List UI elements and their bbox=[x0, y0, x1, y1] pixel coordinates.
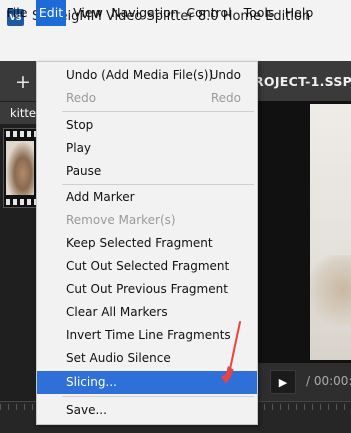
time-readout: / 00:00: bbox=[306, 374, 351, 388]
menu-separator bbox=[62, 184, 254, 185]
menu-item-remove-markers[interactable]: Remove Marker(s) bbox=[66, 213, 176, 227]
menu-item-undo[interactable]: Undo (Add Media File(s)) bbox=[66, 68, 213, 82]
menu-item-redo[interactable]: Redo bbox=[66, 91, 96, 105]
menu-edit[interactable]: Edit bbox=[36, 0, 66, 26]
video-frame-detail bbox=[310, 255, 351, 325]
menu-item-set-audio-silence[interactable]: Set Audio Silence bbox=[66, 351, 171, 365]
file-tab[interactable]: kitter bbox=[0, 102, 40, 124]
redo-shortcut: Redo bbox=[210, 91, 241, 105]
menu-item-cut-out-selected-fragment[interactable]: Cut Out Selected Fragment bbox=[66, 259, 229, 273]
thumbnail-image bbox=[6, 141, 34, 195]
film-perforation bbox=[6, 199, 36, 205]
project-title: ROJECT-1.SSP bbox=[254, 74, 351, 89]
media-thumbnail[interactable] bbox=[3, 128, 37, 208]
menu-separator bbox=[62, 111, 254, 112]
menu-item-stop[interactable]: Stop bbox=[66, 118, 93, 132]
menu-bar bbox=[0, 35, 351, 61]
play-button[interactable]: ▶ bbox=[270, 370, 296, 394]
menu-item-invert-time-line-fragments[interactable]: Invert Time Line Fragments bbox=[66, 328, 231, 342]
menu-item-keep-selected-fragment[interactable]: Keep Selected Fragment bbox=[66, 236, 213, 250]
menu-control[interactable]: Control bbox=[184, 0, 234, 26]
add-file-button[interactable]: + bbox=[8, 70, 38, 94]
menu-item-slicing-label: Slicing... bbox=[66, 375, 117, 389]
menu-tools[interactable]: Tools bbox=[240, 0, 278, 26]
menu-item-cut-out-previous-fragment[interactable]: Cut Out Previous Fragment bbox=[66, 282, 228, 296]
film-perforation bbox=[6, 131, 36, 137]
menu-item-add-marker[interactable]: Add Marker bbox=[66, 190, 135, 204]
menu-item-clear-all-markers[interactable]: Clear All Markers bbox=[66, 305, 168, 319]
menu-item-save[interactable]: Save... bbox=[66, 403, 107, 417]
menu-view[interactable]: View bbox=[70, 0, 106, 26]
menu-navigation[interactable]: Navigation bbox=[110, 0, 180, 26]
menu-separator bbox=[62, 396, 254, 397]
undo-shortcut: Undo bbox=[209, 68, 241, 82]
menu-item-pause[interactable]: Pause bbox=[66, 164, 101, 178]
menu-help[interactable]: Help bbox=[282, 0, 316, 26]
menu-item-play[interactable]: Play bbox=[66, 141, 91, 155]
menu-file[interactable]: File bbox=[2, 0, 32, 26]
